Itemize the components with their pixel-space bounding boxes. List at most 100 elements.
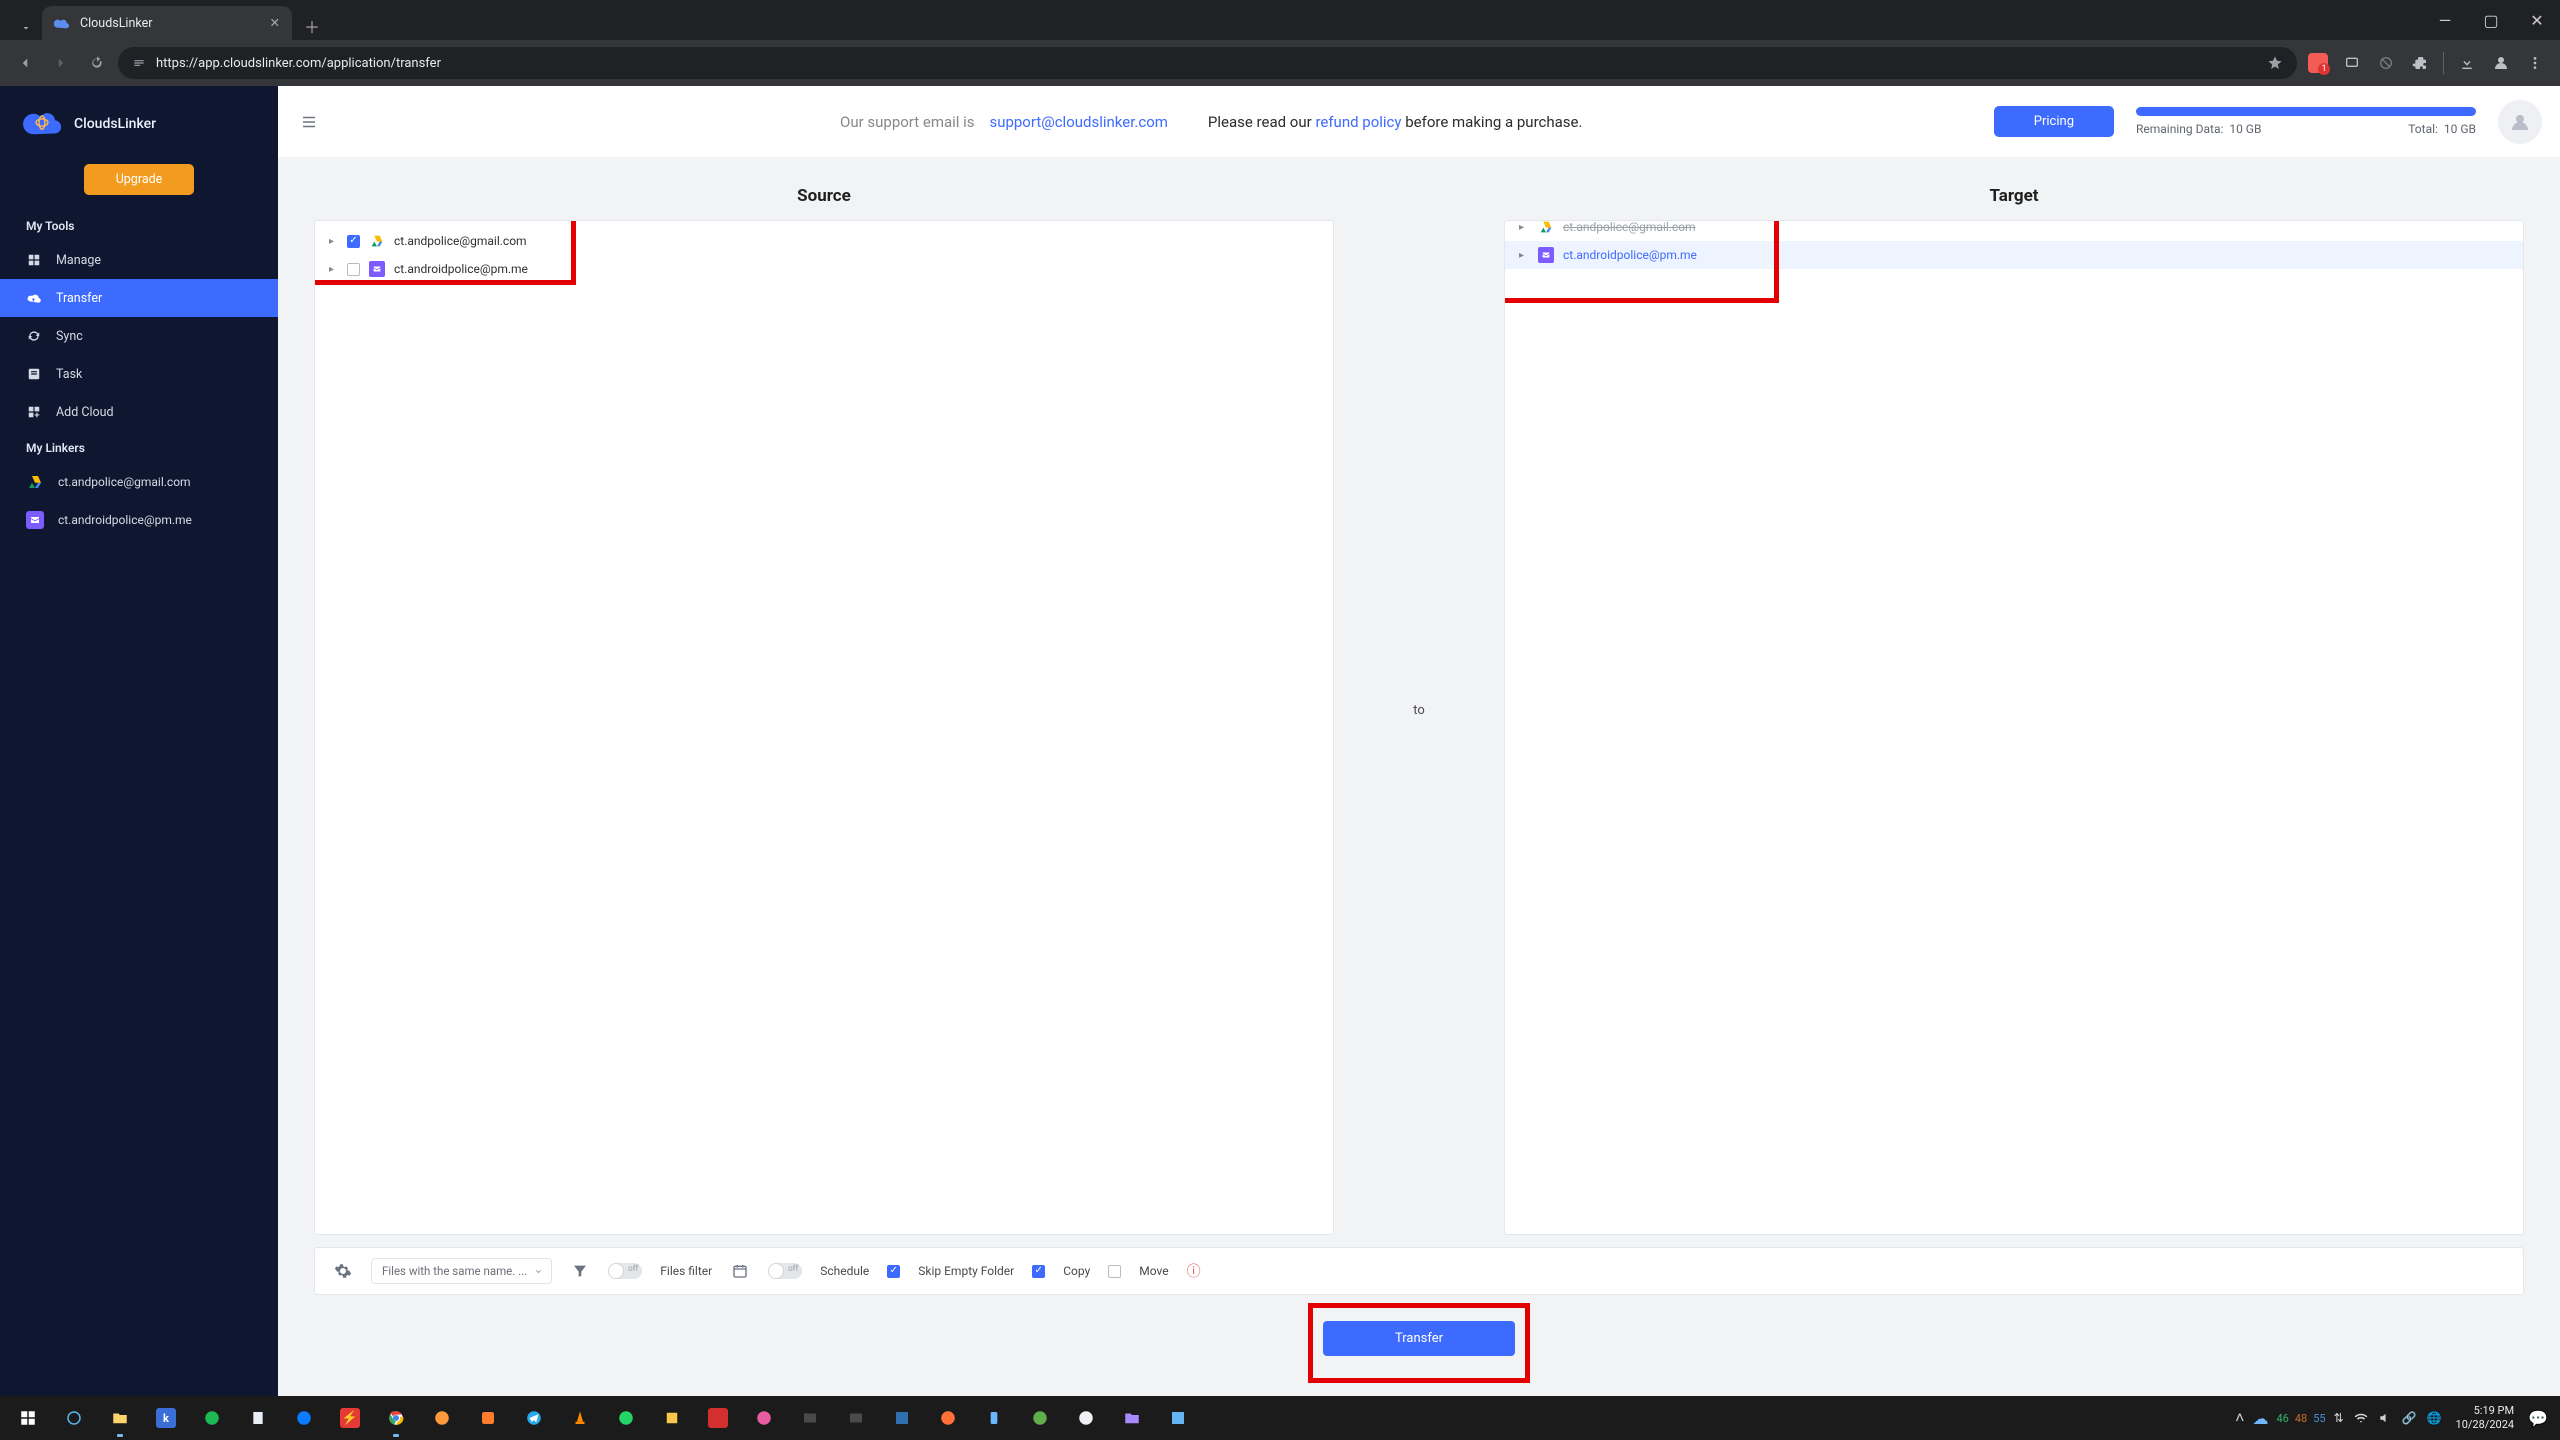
- filter-funnel-icon[interactable]: [570, 1261, 590, 1281]
- clock-date: 10/28/2024: [2456, 1418, 2515, 1432]
- source-tree-row-gdrive[interactable]: ▸ ct.andpolice@gmail.com: [315, 227, 1333, 255]
- profile-icon[interactable]: [2486, 48, 2516, 78]
- window-maximize-button[interactable]: ▢: [2468, 0, 2514, 40]
- tray-icon-1[interactable]: ⇅: [2334, 1411, 2344, 1425]
- taskbar-app-14[interactable]: [1110, 1398, 1154, 1438]
- info-warning-icon[interactable]: ⓘ: [1187, 1261, 1201, 1281]
- support-email-link[interactable]: support@cloudslinker.com: [989, 113, 1167, 131]
- caret-icon[interactable]: ▸: [329, 264, 339, 275]
- tray-volume-icon[interactable]: [2378, 1411, 2392, 1425]
- tab-close-icon[interactable]: ✕: [270, 15, 280, 31]
- target-tree-row-gdrive[interactable]: ▸ ct.andpolice@gmail.com: [1505, 220, 2523, 241]
- caret-icon[interactable]: ▸: [329, 236, 339, 247]
- files-filter-toggle[interactable]: off: [608, 1263, 642, 1279]
- reload-button[interactable]: [82, 48, 112, 78]
- options-bar: Files with the same name. ... off Files …: [314, 1247, 2524, 1295]
- window-minimize-button[interactable]: —: [2422, 0, 2468, 40]
- calendar-icon[interactable]: [730, 1261, 750, 1281]
- tray-temperature[interactable]: 46 48 55: [2276, 1412, 2325, 1425]
- new-tab-button[interactable]: ＋: [298, 12, 326, 40]
- skip-empty-checkbox[interactable]: [887, 1265, 900, 1278]
- refund-policy-link[interactable]: refund policy: [1315, 113, 1401, 131]
- user-avatar[interactable]: [2498, 100, 2542, 144]
- taskbar-app-spotify[interactable]: [190, 1398, 234, 1438]
- sidebar-toggle-icon[interactable]: [296, 109, 322, 135]
- clock-time: 5:19 PM: [2456, 1404, 2515, 1418]
- forward-button[interactable]: [46, 48, 76, 78]
- linker-gdrive[interactable]: ct.andpolice@gmail.com: [0, 463, 278, 501]
- site-info-icon[interactable]: [132, 56, 146, 70]
- pricing-button[interactable]: Pricing: [1994, 106, 2114, 137]
- checkbox[interactable]: [347, 263, 360, 276]
- nav-sync-label: Sync: [56, 329, 83, 344]
- extensions-puzzle-icon[interactable]: [2405, 48, 2435, 78]
- nav-manage[interactable]: Manage: [0, 241, 278, 279]
- taskbar-app-messenger[interactable]: [282, 1398, 326, 1438]
- taskbar-app-3[interactable]: [420, 1398, 464, 1438]
- taskbar-app-explorer[interactable]: [98, 1398, 142, 1438]
- taskbar-app-1[interactable]: k: [144, 1398, 188, 1438]
- schedule-toggle[interactable]: off: [768, 1263, 802, 1279]
- tray-lang-icon[interactable]: 🌐: [2427, 1411, 2442, 1425]
- caret-icon[interactable]: ▸: [1519, 222, 1529, 233]
- brand[interactable]: CloudsLinker: [0, 86, 278, 158]
- tray-link-icon[interactable]: 🔗: [2402, 1411, 2417, 1425]
- tray-wifi-icon[interactable]: [2354, 1411, 2368, 1425]
- extension-badge[interactable]: [2303, 48, 2333, 78]
- taskbar-app-telegram[interactable]: [512, 1398, 556, 1438]
- window-close-button[interactable]: ✕: [2514, 0, 2560, 40]
- tray-chevron-up-icon[interactable]: ˄: [2235, 1408, 2244, 1428]
- taskbar-app-15[interactable]: [1156, 1398, 1200, 1438]
- browser-tab-active[interactable]: CloudsLinker ✕: [42, 6, 292, 40]
- taskbar-app-4[interactable]: [466, 1398, 510, 1438]
- start-button[interactable]: [6, 1398, 50, 1438]
- extension-tv-icon[interactable]: [2337, 48, 2367, 78]
- linker-proton[interactable]: ct.androidpolice@pm.me: [0, 501, 278, 539]
- nav-sync[interactable]: Sync: [0, 317, 278, 355]
- taskbar-app-chrome[interactable]: [374, 1398, 418, 1438]
- tab-search-dropdown[interactable]: [14, 16, 38, 40]
- taskbar-app-7[interactable]: [742, 1398, 786, 1438]
- tab-title: CloudsLinker: [80, 16, 152, 31]
- back-button[interactable]: [10, 48, 40, 78]
- tab-favicon-icon: [54, 15, 70, 31]
- taskbar-app-12[interactable]: [1018, 1398, 1062, 1438]
- tray-notifications-icon[interactable]: 💬: [2528, 1409, 2548, 1428]
- downloads-icon[interactable]: [2452, 48, 2482, 78]
- taskbar-app-13[interactable]: [1064, 1398, 1108, 1438]
- transfer-button[interactable]: Transfer: [1323, 1321, 1515, 1356]
- upgrade-button[interactable]: Upgrade: [84, 164, 195, 195]
- nav-add-cloud[interactable]: Add Cloud: [0, 393, 278, 431]
- taskbar-clock[interactable]: 5:19 PM 10/28/2024: [2450, 1404, 2521, 1432]
- settings-gear-icon[interactable]: [333, 1261, 353, 1281]
- nav-task[interactable]: Task: [0, 355, 278, 393]
- move-checkbox[interactable]: [1108, 1265, 1121, 1278]
- taskbar-app-notepad[interactable]: [236, 1398, 280, 1438]
- brand-logo-icon: [20, 104, 64, 144]
- policy-suffix: before making a purchase.: [1405, 113, 1582, 131]
- taskbar-app-vlc[interactable]: [558, 1398, 602, 1438]
- checkbox[interactable]: [347, 235, 360, 248]
- address-bar[interactable]: https://app.cloudslinker.com/application…: [118, 47, 2297, 79]
- taskbar-app-firefox[interactable]: [926, 1398, 970, 1438]
- tray-cloud-icon[interactable]: ☁: [2252, 1409, 2268, 1428]
- remaining-label: Remaining Data:: [2136, 122, 2223, 136]
- kebab-menu-icon[interactable]: [2520, 48, 2550, 78]
- taskbar-app-cortana[interactable]: [52, 1398, 96, 1438]
- extension-block-icon[interactable]: [2371, 48, 2401, 78]
- target-tree-row-proton[interactable]: ▸ ct.androidpolice@pm.me: [1505, 241, 2523, 269]
- taskbar-app-6[interactable]: [696, 1398, 740, 1438]
- taskbar-app-8[interactable]: [788, 1398, 832, 1438]
- caret-icon[interactable]: ▸: [1519, 250, 1529, 261]
- taskbar-app-9[interactable]: [834, 1398, 878, 1438]
- source-tree-row-proton[interactable]: ▸ ct.androidpolice@pm.me: [315, 255, 1333, 283]
- taskbar-app-5[interactable]: [650, 1398, 694, 1438]
- taskbar-app-2[interactable]: ⚡: [328, 1398, 372, 1438]
- nav-transfer[interactable]: Transfer: [0, 279, 278, 317]
- bookmark-star-icon[interactable]: [2267, 55, 2283, 71]
- taskbar-app-11[interactable]: [972, 1398, 1016, 1438]
- samename-select[interactable]: Files with the same name. ...: [371, 1258, 552, 1284]
- copy-checkbox[interactable]: [1032, 1265, 1045, 1278]
- taskbar-app-10[interactable]: [880, 1398, 924, 1438]
- taskbar-app-whatsapp[interactable]: [604, 1398, 648, 1438]
